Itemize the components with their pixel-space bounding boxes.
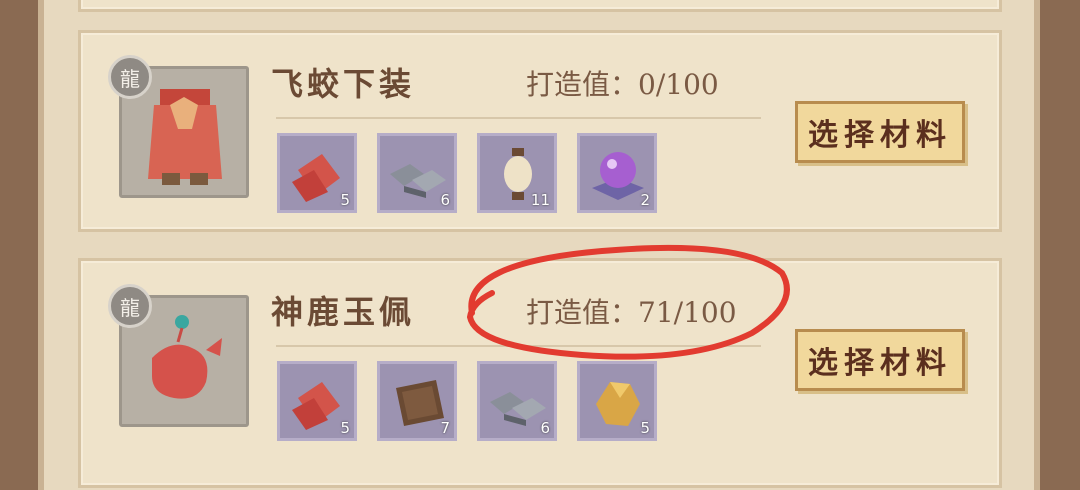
item-portrait[interactable]: 龍 (108, 284, 249, 427)
item-portrait[interactable]: 龍 (108, 55, 249, 198)
divider (276, 117, 761, 119)
material-count: 6 (440, 191, 450, 209)
select-materials-button[interactable]: 选择材料 (795, 101, 965, 163)
material-slot[interactable]: 7 (377, 361, 457, 441)
item-name: 神鹿玉佩 (271, 293, 416, 331)
forge-value: 打造值：0/100 (526, 68, 719, 101)
red-annotation-ellipse (466, 244, 790, 360)
craft-card: 龍 飞蛟下装 打造值：0/100 5 6 11 2 选择材料 (78, 30, 1002, 232)
material-slot[interactable]: 5 (277, 361, 357, 441)
previous-card-stub (78, 0, 1002, 12)
material-count: 5 (340, 419, 350, 437)
forge-number: 0/100 (638, 68, 719, 101)
material-slot[interactable]: 11 (477, 133, 557, 213)
material-count: 5 (340, 191, 350, 209)
item-name: 飞蛟下装 (271, 65, 416, 103)
material-count: 7 (440, 419, 450, 437)
dragon-badge-icon: 龍 (108, 284, 152, 328)
material-count: 2 (640, 191, 650, 209)
dragon-badge-icon: 龍 (108, 55, 152, 99)
material-count: 6 (540, 419, 550, 437)
material-slot[interactable]: 5 (577, 361, 657, 441)
material-slot[interactable]: 2 (577, 133, 657, 213)
material-slot[interactable]: 5 (277, 133, 357, 213)
material-count: 5 (640, 419, 650, 437)
material-slot[interactable]: 6 (377, 133, 457, 213)
material-count: 11 (530, 191, 550, 209)
select-materials-button[interactable]: 选择材料 (795, 329, 965, 391)
forge-label: 打造值 (526, 68, 611, 101)
material-slot[interactable]: 6 (477, 361, 557, 441)
